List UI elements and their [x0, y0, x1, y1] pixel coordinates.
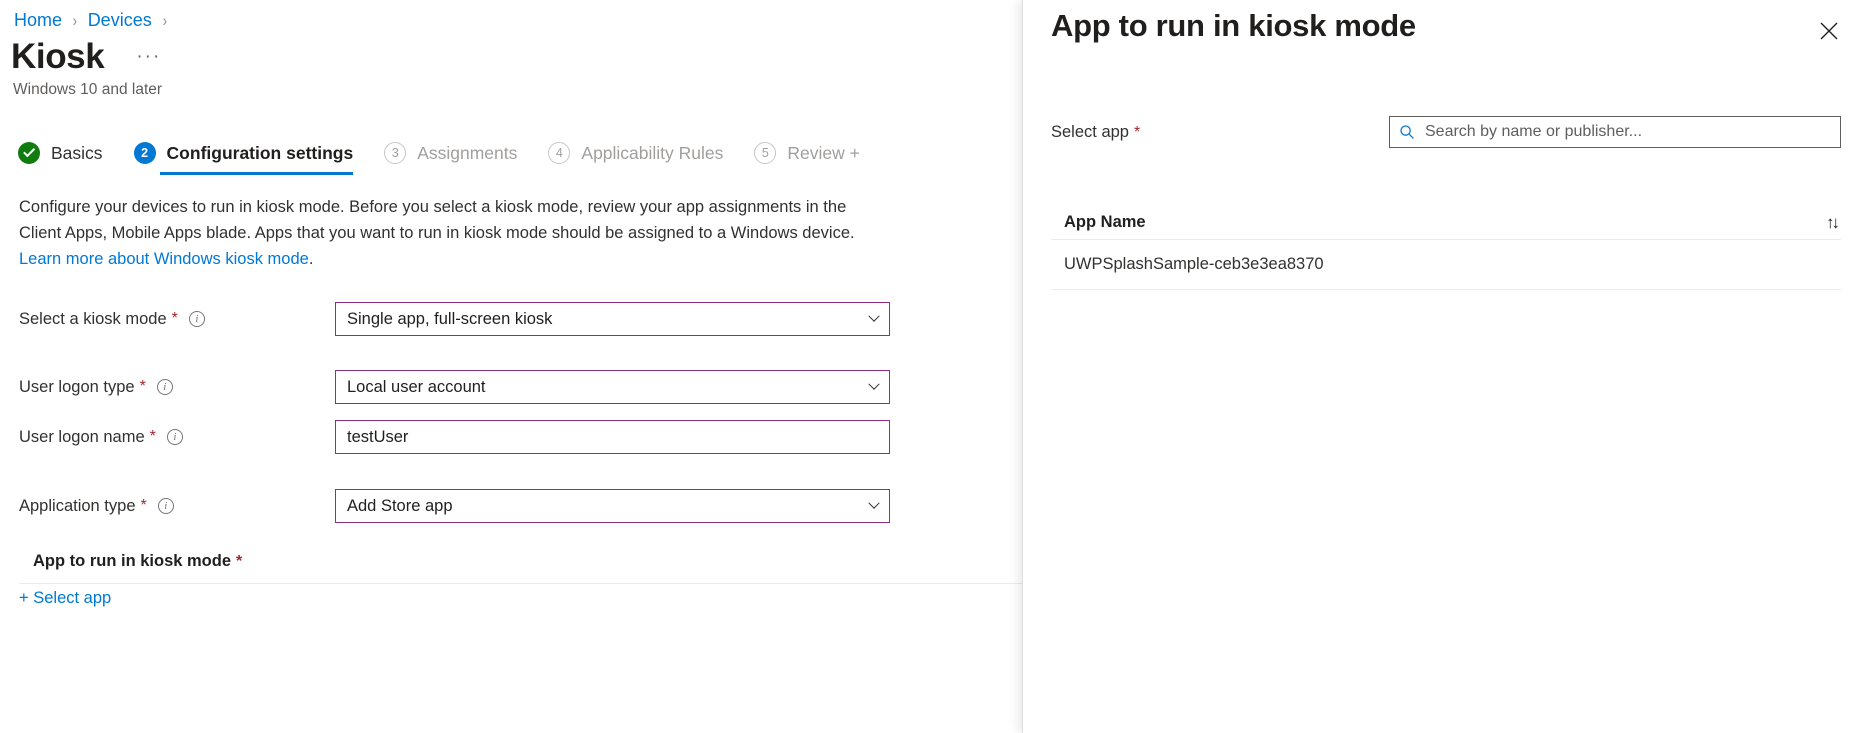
tab-applicability-rules[interactable]: 4 Applicability Rules [548, 142, 723, 175]
required-asterisk: * [140, 378, 146, 396]
table-header-row: App Name ↑↓ [1051, 206, 1841, 240]
tab-configuration-settings[interactable]: 2 Configuration settings [134, 142, 354, 175]
user-logon-type-label-text: User logon type [19, 378, 135, 397]
app-to-run-section-title: App to run in kiosk mode * [33, 552, 242, 571]
page-subtitle: Windows 10 and later [13, 81, 162, 99]
search-icon [1399, 124, 1415, 140]
required-asterisk: * [141, 497, 147, 515]
field-row-user-logon-type: User logon type * i Local user account [19, 370, 1022, 404]
tab-review-and-create-label: Review + [787, 143, 859, 164]
kiosk-mode-dropdown[interactable]: Single app, full-screen kiosk [335, 302, 890, 336]
user-logon-name-value: testUser [347, 428, 408, 447]
select-app-link[interactable]: + Select app [19, 589, 111, 608]
app-to-run-title-text: App to run in kiosk mode [33, 552, 231, 570]
wizard-tabs: Basics 2 Configuration settings 3 Assign… [18, 142, 891, 186]
user-logon-type-dropdown[interactable]: Local user account [335, 370, 890, 404]
sort-icon[interactable]: ↑↓ [1826, 213, 1841, 233]
user-logon-type-label: User logon type * i [19, 378, 335, 397]
panel-select-app-label-text: Select app [1051, 123, 1129, 141]
user-logon-name-input[interactable]: testUser [335, 420, 890, 454]
field-row-application-type: Application type * i Add Store app [19, 489, 1022, 523]
app-root: Home › Devices › Kiosk ··· Windows 10 an… [0, 0, 1866, 733]
required-asterisk: * [236, 553, 242, 570]
step-number-3-icon: 3 [384, 142, 406, 164]
info-icon[interactable]: i [157, 379, 173, 395]
page-title: Kiosk [11, 38, 104, 77]
step-number-2-icon: 2 [134, 142, 156, 164]
tab-applicability-rules-label: Applicability Rules [581, 143, 723, 164]
table-row[interactable]: UWPSplashSample-ceb3e3ea8370 [1051, 240, 1841, 290]
title-row: Kiosk ··· [11, 38, 167, 77]
kiosk-mode-value: Single app, full-screen kiosk [347, 310, 552, 329]
tab-assignments-label: Assignments [417, 143, 517, 164]
close-icon[interactable] [1812, 14, 1846, 48]
application-type-dropdown[interactable]: Add Store app [335, 489, 890, 523]
search-box[interactable] [1389, 116, 1841, 148]
description-text: Configure your devices to run in kiosk m… [19, 194, 884, 272]
info-icon[interactable]: i [189, 311, 205, 327]
panel-select-app-label: Select app * [1051, 123, 1389, 142]
chevron-down-icon [868, 379, 879, 390]
required-asterisk: * [1134, 124, 1140, 141]
cell-app-name: UWPSplashSample-ceb3e3ea8370 [1051, 255, 1324, 274]
step-number-4-icon: 4 [548, 142, 570, 164]
panel-title: App to run in kiosk mode [1051, 8, 1416, 44]
kiosk-mode-label: Select a kiosk mode * i [19, 310, 335, 329]
check-icon [18, 142, 40, 164]
application-type-label: Application type * i [19, 497, 335, 516]
main-blade: Home › Devices › Kiosk ··· Windows 10 an… [0, 0, 1022, 733]
user-logon-name-label: User logon name * i [19, 428, 335, 447]
tab-assignments[interactable]: 3 Assignments [384, 142, 517, 175]
description-part-1: Configure your devices to run in kiosk m… [19, 198, 855, 242]
more-options-icon[interactable]: ··· [130, 42, 167, 72]
kiosk-mode-label-text: Select a kiosk mode [19, 310, 167, 329]
learn-more-link[interactable]: Learn more about Windows kiosk mode [19, 250, 309, 268]
breadcrumb-separator-icon: › [73, 11, 77, 31]
tab-configuration-settings-label: Configuration settings [167, 143, 354, 164]
breadcrumb-item-devices[interactable]: Devices [87, 10, 153, 31]
breadcrumb: Home › Devices › [13, 10, 176, 31]
breadcrumb-separator-icon-2: › [162, 11, 166, 31]
required-asterisk: * [150, 428, 156, 446]
column-header-app-name[interactable]: App Name [1051, 213, 1146, 232]
user-logon-name-label-text: User logon name [19, 428, 145, 447]
app-selection-panel: App to run in kiosk mode Select app * [1022, 0, 1866, 733]
field-row-user-logon-name: User logon name * i testUser [19, 420, 1022, 454]
tab-basics-label: Basics [51, 143, 103, 164]
app-list-table: App Name ↑↓ UWPSplashSample-ceb3e3ea8370 [1051, 206, 1841, 290]
application-type-label-text: Application type [19, 497, 136, 516]
description-part-2: . [309, 250, 314, 268]
application-type-value: Add Store app [347, 497, 453, 516]
tab-review-and-create[interactable]: 5 Review + [754, 142, 859, 175]
search-input[interactable] [1423, 122, 1831, 142]
required-asterisk: * [172, 310, 178, 328]
tab-basics[interactable]: Basics [18, 142, 103, 175]
chevron-down-icon [868, 498, 879, 509]
info-icon[interactable]: i [167, 429, 183, 445]
user-logon-type-value: Local user account [347, 378, 486, 397]
section-divider [19, 583, 1022, 584]
chevron-down-icon [868, 311, 879, 322]
info-icon[interactable]: i [158, 498, 174, 514]
panel-select-app-row: Select app * [1051, 116, 1841, 148]
field-row-kiosk-mode: Select a kiosk mode * i Single app, full… [19, 302, 1022, 336]
step-number-5-icon: 5 [754, 142, 776, 164]
breadcrumb-item-home[interactable]: Home [13, 10, 63, 31]
